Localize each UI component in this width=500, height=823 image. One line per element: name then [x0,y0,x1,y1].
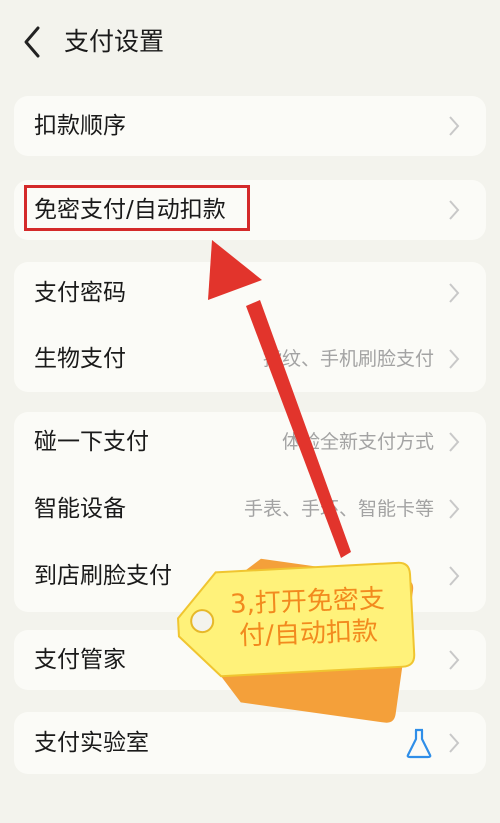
annotation-overlay [176,240,416,723]
pointer-arrow [208,240,351,558]
step-tag-text: 3,打开免密支付/自动扣款 [229,584,386,652]
